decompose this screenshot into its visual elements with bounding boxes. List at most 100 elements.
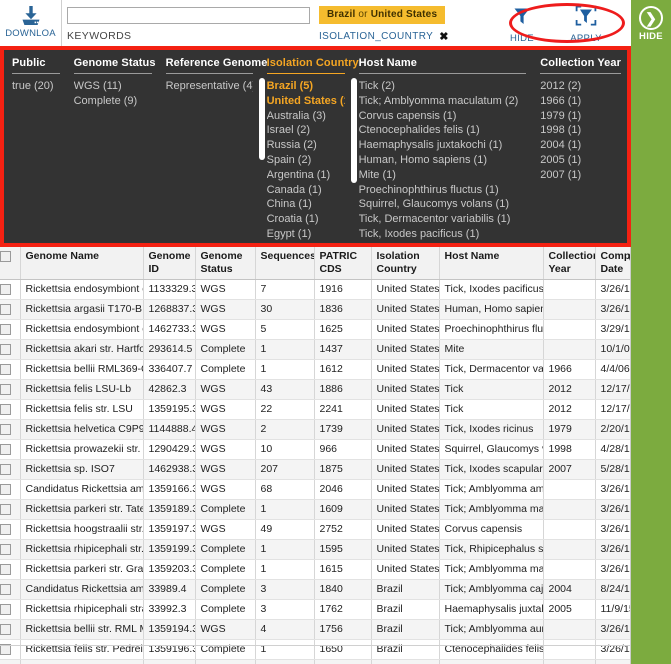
cell-genome-status: Complete	[195, 579, 256, 600]
facet-item[interactable]: Croatia (1)	[267, 212, 345, 227]
facet-item[interactable]: Tick, Dermacentor variabilis (1)	[359, 212, 527, 227]
table-row[interactable]: Rickettsia felis str. Pedreira 1359196.3 C…	[0, 639, 630, 660]
table-row[interactable]: Rickettsia rhipicephali str. Ect1359199.…	[0, 539, 630, 560]
row-checkbox[interactable]	[0, 443, 11, 455]
row-checkbox[interactable]	[0, 323, 11, 335]
row-checkbox[interactable]	[0, 583, 11, 595]
facet-header[interactable]: Isolation Country	[266, 57, 359, 74]
facet-item[interactable]: Egypt (1)	[267, 227, 345, 242]
facet-item[interactable]: 2004 (1)	[540, 138, 621, 153]
table-row[interactable]: Rickettsia prowazekii str. GvF11290429.3…	[0, 439, 630, 460]
facet-item[interactable]: 1979 (1)	[540, 109, 621, 124]
facet-item[interactable]: Proechinophthirus fluctus (1)	[359, 183, 527, 198]
column-header[interactable]: Collection Year	[543, 247, 596, 280]
column-header[interactable]: Isolation Country	[371, 247, 440, 280]
facet-item[interactable]: true (20)	[12, 79, 60, 94]
facet-item[interactable]: Human, Homo sapiens (1)	[359, 153, 527, 168]
filter-chip-isolation-country[interactable]: Brazil or United States	[319, 6, 446, 24]
row-checkbox[interactable]	[0, 423, 11, 435]
facet-item[interactable]: Brazil (5)	[267, 79, 345, 94]
facet-item[interactable]: Israel (2)	[267, 123, 345, 138]
download-button[interactable]: DOWNLOA	[0, 0, 62, 46]
row-checkbox[interactable]	[0, 503, 11, 515]
genome-table-container[interactable]: Genome Name Genome ID Genome Status Sequenc…	[0, 247, 631, 664]
row-checkbox[interactable]	[0, 483, 11, 495]
row-checkbox[interactable]	[0, 363, 11, 375]
facet-item[interactable]: 2007 (1)	[540, 168, 621, 183]
apply-filters-button[interactable]: APPLY	[563, 5, 609, 44]
column-header[interactable]: PATRIC CDS	[314, 247, 372, 280]
table-row[interactable]: Rickettsia hoogstraalii str. RCC1359197.…	[0, 519, 630, 540]
table-row[interactable]: Candidatus Rickettsia amblyor33989.4Comp…	[0, 579, 630, 600]
facet-item[interactable]: 2012 (2)	[540, 79, 621, 94]
facet-item[interactable]: WGS (11)	[74, 79, 152, 94]
column-header[interactable]: Sequences	[255, 247, 315, 280]
column-header[interactable]: Completion Date9	[595, 247, 630, 280]
facet-header[interactable]: Genome Status	[73, 57, 156, 74]
table-row[interactable]: Rickettsia felis str. LSU 1359195.3 WGS 22 2…	[0, 399, 630, 420]
table-row[interactable]: Rickettsia bellii str. RML Mogi1359194.3…	[0, 619, 630, 640]
close-icon[interactable]: ✖	[439, 30, 449, 43]
facet-item[interactable]: Ctenocephalides felis (1)	[359, 123, 527, 138]
row-checkbox[interactable]	[0, 543, 11, 555]
facet-item[interactable]: 1966 (1)	[540, 94, 621, 109]
table-row[interactable]: Candidatus Rickettsia amblyor1359166.3WG…	[0, 479, 630, 500]
facet-item[interactable]: Squirrel, Glaucomys volans (1)	[359, 197, 527, 212]
column-header[interactable]: Genome ID	[143, 247, 196, 280]
facet-item[interactable]: Argentina (1)	[267, 168, 345, 183]
facet-item[interactable]: 2005 (1)	[540, 153, 621, 168]
rail-hide-button[interactable]: ❯ HIDE	[631, 4, 671, 42]
cell-patric-cds: 1437	[314, 339, 372, 360]
facet-item[interactable]: Complete (9)	[74, 94, 152, 109]
facet-item[interactable]: Russia (2)	[267, 138, 345, 153]
facet-item[interactable]: China (1)	[267, 197, 345, 212]
row-checkbox[interactable]	[0, 463, 11, 475]
facet-item[interactable]: Corvus capensis (1)	[359, 109, 527, 124]
facet-item[interactable]: Representative (4)	[166, 79, 253, 94]
select-all-checkbox[interactable]	[0, 251, 11, 262]
table-row[interactable]: Rickettsia parkeri str. Tate's He1359189…	[0, 499, 630, 520]
row-checkbox[interactable]	[0, 623, 11, 635]
table-row[interactable]: Rickettsia endosymbiont of Pro1462733.3W…	[0, 319, 630, 340]
row-checkbox[interactable]	[0, 383, 11, 395]
facet-item[interactable]: Canada (1)	[267, 183, 345, 198]
facet-header[interactable]: Host Name	[358, 57, 527, 74]
column-header[interactable]: Genome Status	[195, 247, 256, 280]
table-row[interactable]: Rickettsia helvetica C9P9 1144888.4 WGS 2 17…	[0, 419, 630, 440]
facet-item[interactable]: Spain (2)	[267, 153, 345, 168]
search-input[interactable]	[67, 6, 310, 24]
row-checkbox[interactable]	[0, 303, 11, 315]
table-row[interactable]: Rickettsia parkeri str. Grand Ba1359203.…	[0, 559, 630, 580]
column-header[interactable]: Genome Name	[20, 247, 144, 280]
table-row[interactable]: Rickettsia parkeri str. AT#241359202.3Co…	[0, 659, 630, 664]
facet-header[interactable]: Collection Year	[540, 57, 621, 74]
row-checkbox[interactable]	[0, 343, 11, 355]
hide-filters-button[interactable]: HIDE	[499, 5, 545, 44]
facet-item[interactable]: Tick; Amblyomma maculatum (2)	[359, 94, 527, 109]
table-row[interactable]: Rickettsia felis LSU-Lb 42862.3 WGS 43 1886 U…	[0, 379, 630, 400]
table-row[interactable]: Rickettsia endosymbiont of Ixo1133329.3W…	[0, 279, 630, 300]
facet-header[interactable]: Reference Genome	[165, 57, 267, 74]
facet-item[interactable]: Haemaphysalis juxtakochi (1)	[359, 138, 527, 153]
facet-column: Collection Year 2012 (2) 1966 (1) 1979 (1) 1…	[532, 54, 627, 243]
row-checkbox[interactable]	[0, 403, 11, 415]
table-row[interactable]: Rickettsia bellii RML369-C 336407.7 Comple…	[0, 359, 630, 380]
facet-item[interactable]: United States (15)	[267, 94, 345, 109]
facet-scrollbar[interactable]	[258, 78, 265, 160]
facet-header[interactable]: Public	[12, 57, 60, 74]
row-checkbox[interactable]	[0, 283, 11, 295]
facet-scrollbar[interactable]	[350, 78, 357, 183]
row-checkbox[interactable]	[0, 523, 11, 535]
facet-item[interactable]: Australia (3)	[267, 109, 345, 124]
facet-item[interactable]: Mite (1)	[359, 168, 527, 183]
row-checkbox[interactable]	[0, 603, 11, 615]
row-checkbox[interactable]	[0, 563, 11, 575]
table-row[interactable]: Rickettsia akari str. Hartford 293614.5 Co…	[0, 339, 630, 360]
facet-item[interactable]: Tick, Ixodes pacificus (1)	[359, 227, 527, 242]
table-row[interactable]: Rickettsia rhipicephali strain H33992.3C…	[0, 599, 630, 620]
facet-item[interactable]: Tick (2)	[359, 79, 527, 94]
facet-item[interactable]: 1998 (1)	[540, 123, 621, 138]
table-row[interactable]: Rickettsia sp. ISO7 1462938.3 WGS 207 1875 Un…	[0, 459, 630, 480]
column-header[interactable]: Host Name	[439, 247, 544, 280]
table-row[interactable]: Rickettsia argasii T170-B 1268837.3 WGS 30 1…	[0, 299, 630, 320]
